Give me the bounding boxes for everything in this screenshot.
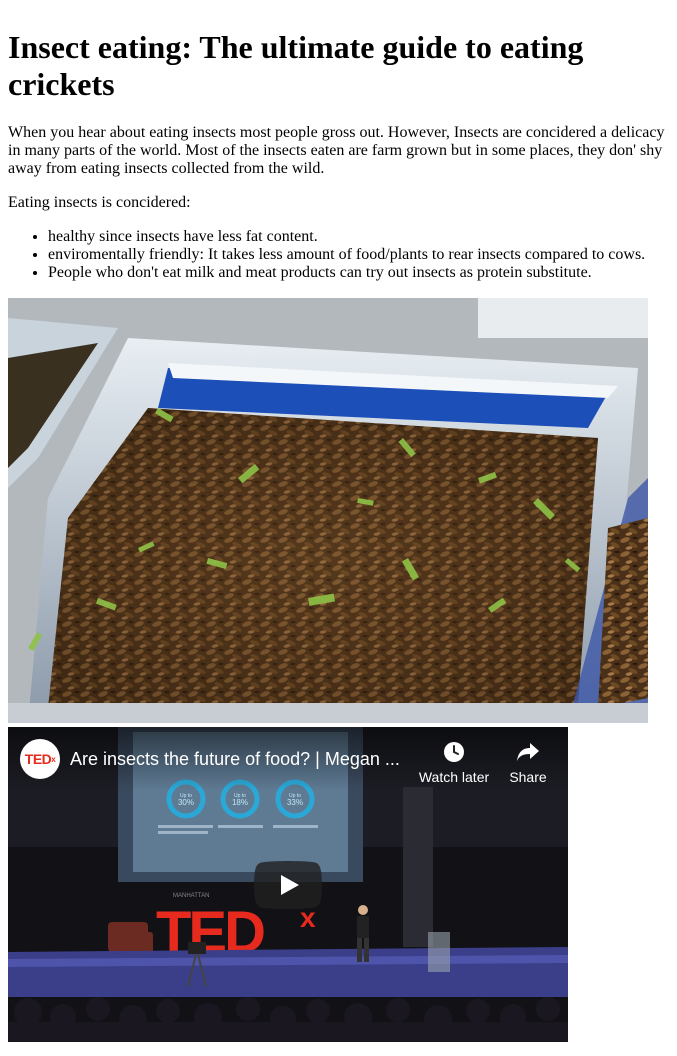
page-title: Insect eating: The ultimate guide to eat…: [8, 29, 584, 102]
svg-text:30%: 30%: [178, 798, 194, 807]
channel-logo-sup: x: [51, 754, 56, 764]
embedded-video[interactable]: Up to 30% Up to 18% Up to 33% MANHATTAN …: [8, 727, 568, 1042]
list-item: People who don't eat milk and meat produ…: [48, 264, 669, 282]
intro-paragraph: When you hear about eating insects most …: [8, 124, 665, 177]
svg-text:18%: 18%: [232, 798, 248, 807]
svg-text:MANHATTAN: MANHATTAN: [173, 893, 209, 899]
channel-logo[interactable]: TED x: [20, 739, 60, 779]
clock-icon: [418, 739, 490, 765]
video-title[interactable]: Are insects the future of food? | Megan …: [70, 748, 405, 770]
watch-later-label: Watch later: [418, 769, 490, 785]
list-heading: Eating insects is concidered:: [8, 194, 191, 211]
share-arrow-icon: [506, 739, 550, 765]
list-item: enviromentally friendly: It takes less a…: [48, 246, 669, 264]
play-icon: [254, 861, 322, 909]
share-button[interactable]: Share: [506, 739, 550, 785]
list-item: healthy since insects have less fat cont…: [48, 228, 669, 246]
svg-text:33%: 33%: [287, 798, 303, 807]
benefits-list: healthy since insects have less fat cont…: [8, 228, 669, 282]
channel-logo-text: TED: [24, 751, 52, 767]
article: Insect eating: The ultimate guide to eat…: [0, 29, 677, 1042]
watch-later-button[interactable]: Watch later: [418, 739, 490, 785]
play-button[interactable]: [254, 861, 322, 909]
share-label: Share: [509, 769, 547, 785]
crickets-photo: [8, 298, 648, 723]
